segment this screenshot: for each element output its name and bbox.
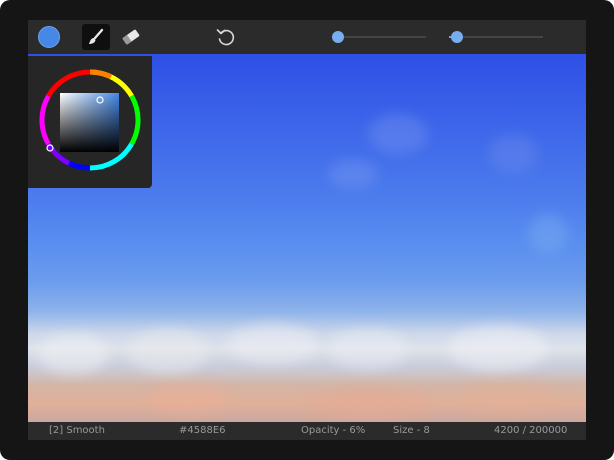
- opacity-value: Opacity - 6%: [301, 425, 366, 436]
- status-bar: [2] Smooth #4588E6 Opacity - 6% Size - 8…: [28, 422, 586, 440]
- brush-tool-button[interactable]: [82, 24, 110, 50]
- app-screen: [2] Smooth #4588E6 Opacity - 6% Size - 8…: [28, 20, 586, 440]
- size-slider-knob[interactable]: [450, 31, 463, 43]
- size-value: Size - 8: [393, 425, 430, 436]
- opacity-slider-knob[interactable]: [331, 31, 344, 43]
- undo-button[interactable]: [212, 24, 240, 50]
- brush-icon: [89, 28, 104, 44]
- color-picker-panel: [28, 56, 152, 188]
- device-frame: [2] Smooth #4588E6 Opacity - 6% Size - 8…: [0, 0, 614, 460]
- color-hex-value: #4588E6: [179, 425, 226, 436]
- undo-icon: [216, 29, 235, 46]
- stroke-counter: 4200 / 200000: [494, 425, 568, 436]
- current-color-swatch[interactable]: [38, 26, 60, 48]
- opacity-slider[interactable]: [331, 31, 426, 43]
- color-picker[interactable]: [28, 56, 152, 188]
- eraser-icon: [122, 29, 140, 45]
- size-slider[interactable]: [449, 31, 543, 43]
- smoothing-mode: [2] Smooth: [49, 425, 105, 436]
- saturation-value-square[interactable]: [60, 93, 119, 152]
- toolbar: [28, 20, 586, 54]
- eraser-tool-button[interactable]: [117, 24, 145, 50]
